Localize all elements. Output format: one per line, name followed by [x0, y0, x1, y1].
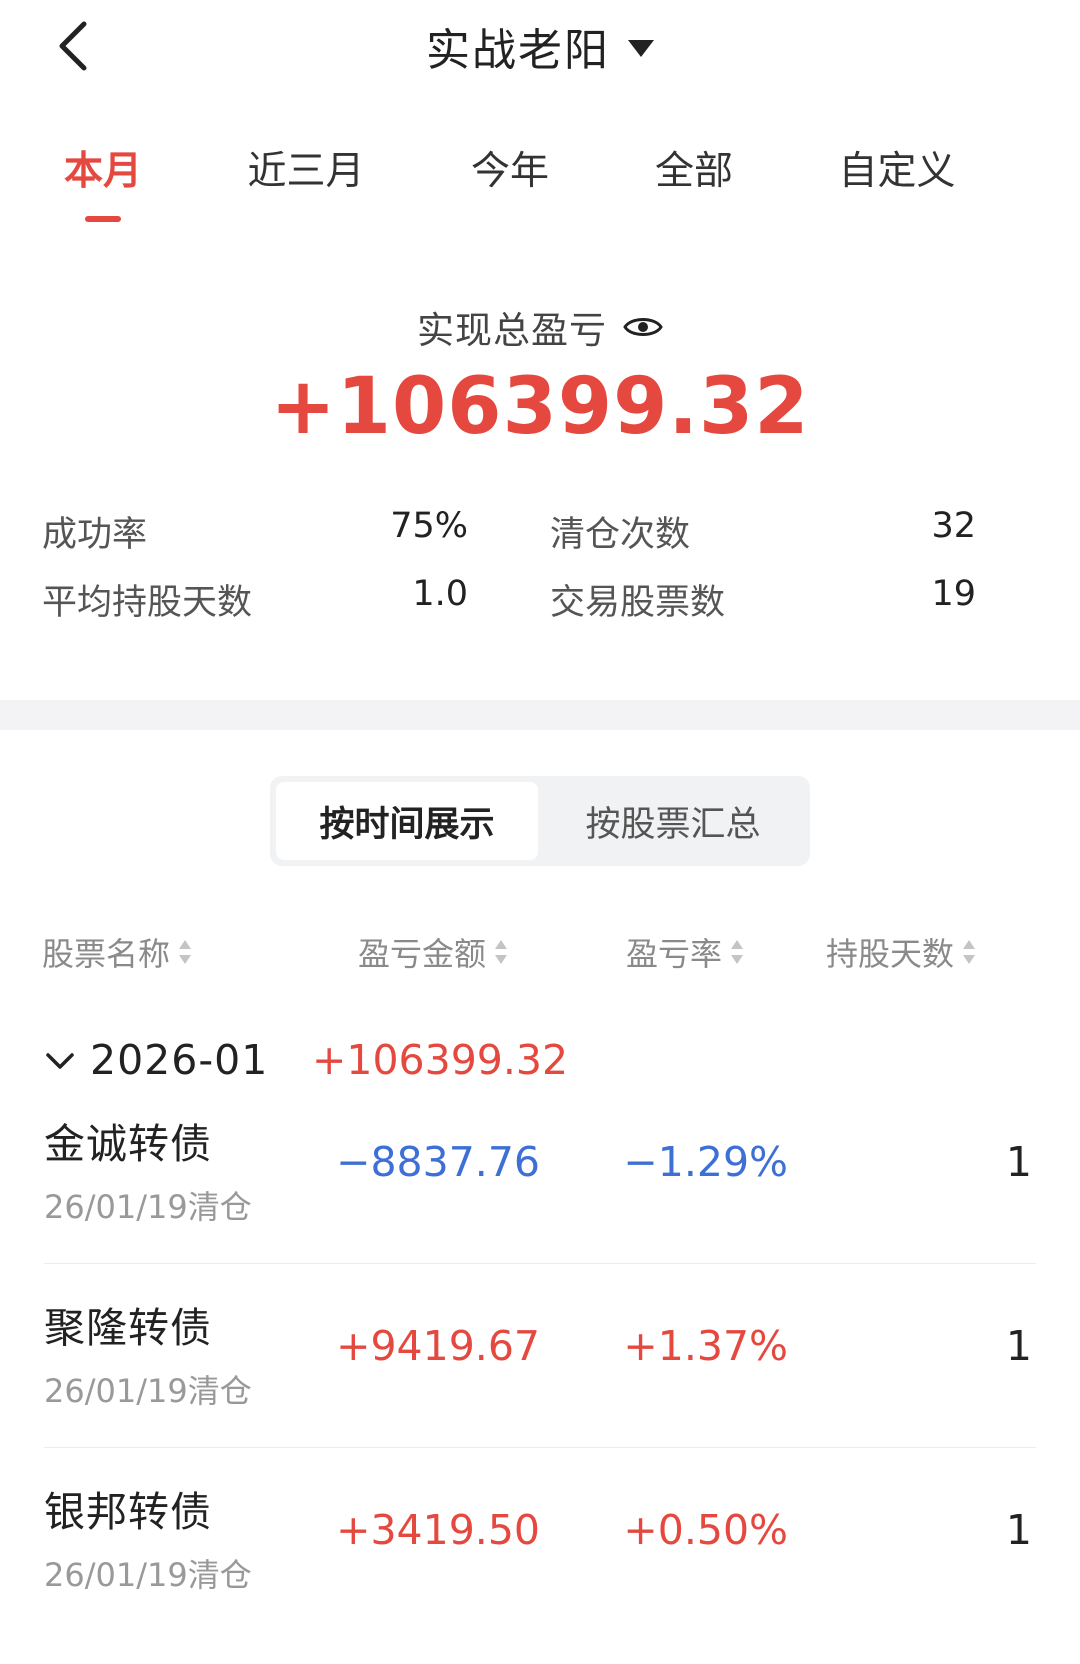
month-group-date: 2026-01	[90, 1036, 269, 1084]
sort-icon	[179, 940, 192, 964]
pnl-rate: +0.50%	[623, 1506, 788, 1554]
view-by-stock-button[interactable]: 按股票汇总	[542, 782, 804, 860]
trade-row[interactable]: 聚隆转债 26/01/19清仓 +9419.67 +1.37% 1	[0, 1264, 1080, 1448]
view-by-time-button[interactable]: 按时间展示	[276, 782, 538, 860]
column-header-pnl-amount[interactable]: 盈亏金额	[358, 930, 508, 974]
tab-all[interactable]: 全部	[655, 140, 733, 196]
clear-count-value: 32	[931, 506, 976, 546]
column-header-label: 盈亏率	[626, 935, 723, 973]
account-selector[interactable]: 实战老阳	[0, 14, 1080, 78]
clear-count-label: 清仓次数	[550, 515, 691, 555]
clear-date: 26/01/19清仓	[44, 1372, 252, 1410]
traded-stock-count-value: 19	[931, 574, 976, 614]
column-header-label: 股票名称	[42, 935, 171, 973]
column-header-label: 持股天数	[826, 935, 955, 973]
hold-days: 1	[1005, 1322, 1032, 1370]
clear-date: 26/01/19清仓	[44, 1556, 252, 1594]
column-header-pnl-rate[interactable]: 盈亏率	[626, 930, 744, 974]
active-tab-indicator	[85, 216, 121, 222]
pnl-rate: −1.29%	[623, 1138, 788, 1186]
trade-pnl-page: 实战老阳 本月 近三月 今年 全部 自定义 实现总盈亏 +106399.32 成…	[0, 0, 1080, 1664]
sort-icon	[495, 940, 508, 964]
sort-icon	[731, 940, 744, 964]
column-header-stock-name[interactable]: 股票名称	[42, 930, 192, 974]
dropdown-caret-icon	[628, 39, 654, 57]
win-rate-value: 75%	[390, 506, 468, 546]
pnl-amount: +3419.50	[336, 1506, 540, 1554]
win-rate-label: 成功率	[42, 515, 148, 555]
trade-row[interactable]: 金诚转债 26/01/19清仓 −8837.76 −1.29% 1	[0, 1080, 1080, 1264]
tab-this-year[interactable]: 今年	[471, 140, 549, 196]
realized-pnl-total: +106399.32	[270, 362, 810, 452]
chevron-down-icon	[46, 1053, 74, 1069]
realized-pnl-label: 实现总盈亏	[417, 309, 607, 352]
header: 实战老阳	[0, 0, 1080, 100]
avg-hold-days-value: 1.0	[412, 574, 468, 614]
section-divider	[0, 700, 1080, 730]
stock-name: 金诚转债	[44, 1120, 212, 1168]
column-header-hold-days[interactable]: 持股天数	[826, 930, 976, 974]
hold-days: 1	[1005, 1138, 1032, 1186]
period-tabs: 本月 近三月 今年 全部 自定义	[0, 130, 1080, 230]
avg-hold-days-label: 平均持股天数	[42, 583, 253, 623]
traded-stock-count-label: 交易股票数	[550, 583, 726, 623]
column-header-label: 盈亏金额	[358, 935, 487, 973]
tab-last-three-months[interactable]: 近三月	[247, 140, 364, 196]
hold-days: 1	[1005, 1506, 1032, 1554]
eye-icon[interactable]	[623, 313, 663, 341]
stock-name: 银邦转债	[44, 1488, 212, 1536]
tab-this-month[interactable]: 本月	[64, 140, 142, 196]
view-toggle: 按时间展示 按股票汇总	[270, 776, 810, 866]
sort-icon	[963, 940, 976, 964]
trade-row[interactable]: 银邦转债 26/01/19清仓 +3419.50 +0.50% 1	[0, 1448, 1080, 1632]
stock-name: 聚隆转债	[44, 1304, 212, 1352]
realized-pnl-header: 实现总盈亏	[0, 300, 1080, 354]
pnl-rate: +1.37%	[623, 1322, 788, 1370]
clear-date: 26/01/19清仓	[44, 1188, 252, 1226]
pnl-amount: −8837.76	[336, 1138, 540, 1186]
tab-custom[interactable]: 自定义	[838, 140, 955, 196]
pnl-amount: +9419.67	[336, 1322, 540, 1370]
page-title: 实战老阳	[426, 25, 610, 76]
